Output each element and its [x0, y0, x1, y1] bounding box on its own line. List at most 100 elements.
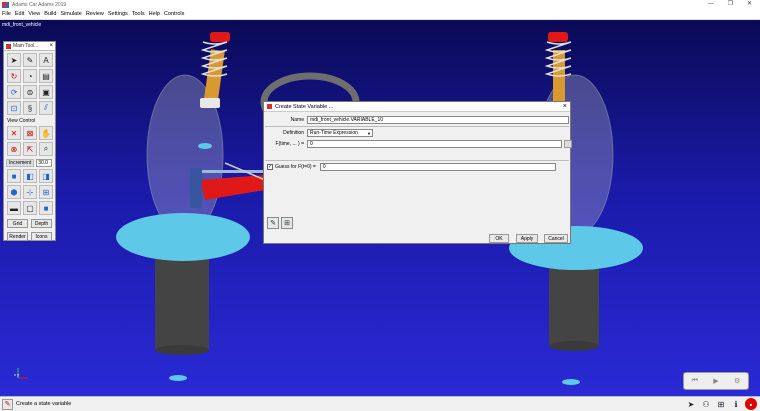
- right-view-icon[interactable]: ◨: [39, 169, 53, 183]
- stop-icon[interactable]: ■: [745, 398, 757, 410]
- definition-select[interactable]: Run-Time Expression ▼: [307, 129, 373, 137]
- guess-input[interactable]: 0: [319, 163, 556, 171]
- minimize-button[interactable]: —: [708, 0, 714, 9]
- menu-tools[interactable]: Tools: [132, 11, 145, 17]
- maximize-button[interactable]: ❐: [728, 0, 733, 9]
- menu-review[interactable]: Review: [86, 11, 104, 17]
- left-pedestal-pad: [116, 213, 250, 261]
- shaded-icon[interactable]: ▢: [23, 201, 37, 215]
- function-row: F(time, ... ) = 0: [267, 140, 572, 148]
- guess-checkbox[interactable]: ✓: [267, 164, 273, 170]
- function-builder-icon[interactable]: [564, 140, 572, 148]
- plot-function-icon[interactable]: ✎: [267, 217, 279, 229]
- knuckle: [190, 168, 202, 208]
- settings-mini-icon[interactable]: ⚙: [734, 377, 740, 385]
- dialog-divider-2: [265, 160, 569, 161]
- rotate-view-icon[interactable]: ⊗: [7, 142, 21, 156]
- depth-button[interactable]: Depth: [31, 219, 52, 228]
- ok-button[interactable]: OK: [489, 234, 509, 243]
- main-toolbox: Main Tool... × ➤ ✎ A ↻ ◔ ▤ ⟳ ⊜ ▣ ⊡ § ⫽ V…: [3, 41, 56, 241]
- menu-simulate[interactable]: Simulate: [60, 11, 81, 17]
- status-right-icons: ➤ ⚇ ⊞ ℹ ■: [685, 398, 757, 410]
- gauge-icon[interactable]: ◔: [23, 69, 37, 83]
- toolbox-app-icon: [6, 43, 11, 49]
- axes-view-icon[interactable]: ⊹: [23, 185, 37, 199]
- chevron-down-icon: ▼: [367, 130, 371, 136]
- info-icon[interactable]: ℹ: [730, 398, 742, 410]
- status-bar: ✎ Create a state variable ➤ ⚇ ⊞ ℹ ■: [0, 396, 760, 411]
- dialog-divider-1: [265, 126, 569, 127]
- left-damper-cap: [210, 32, 230, 42]
- wireframe-icon[interactable]: ▬: [7, 201, 21, 215]
- rotate-icon[interactable]: ↻: [7, 69, 21, 83]
- translate-view-icon[interactable]: ⇱: [23, 142, 37, 156]
- status-message: Create a state variable: [16, 401, 72, 407]
- render-button[interactable]: Render: [7, 232, 28, 241]
- menu-controls[interactable]: Controls: [164, 11, 184, 17]
- definition-selected-value: Run-Time Expression: [310, 130, 358, 136]
- save-icon[interactable]: ▣: [39, 85, 53, 99]
- menu-build[interactable]: Build: [44, 11, 56, 17]
- menu-file[interactable]: File: [2, 11, 11, 17]
- rewind-icon[interactable]: ⏮: [692, 377, 698, 385]
- rectangle-select-icon[interactable]: ⊡: [7, 101, 21, 115]
- toolbox-view-tools: ✕ ⊠ ✋ ⊗ ⇱ ⌕: [4, 124, 55, 158]
- icons-button[interactable]: Icons: [31, 232, 52, 241]
- play-icon[interactable]: ▶: [713, 377, 718, 385]
- hierarchy-icon[interactable]: ⚇: [700, 398, 712, 410]
- menu-help[interactable]: Help: [149, 11, 160, 17]
- right-pedestal-post: [549, 260, 599, 346]
- pan-icon[interactable]: ✋: [39, 126, 53, 140]
- function-input[interactable]: 0: [307, 140, 562, 148]
- menu-settings[interactable]: Settings: [108, 11, 128, 17]
- status-tool-icon[interactable]: ✎: [2, 398, 13, 410]
- spring-icon[interactable]: §: [23, 101, 37, 115]
- cursor-arrow-icon[interactable]: ➤: [685, 398, 697, 410]
- dialog-title: Create State Variable ...: [275, 103, 334, 110]
- guess-label: Guess for F(t=0) =: [275, 164, 316, 170]
- zoom-icon[interactable]: ⌕: [39, 142, 53, 156]
- create-state-variable-dialog: Create State Variable ... × Name mdi_fro…: [263, 101, 572, 244]
- cancel-button[interactable]: Cancel: [544, 234, 568, 243]
- name-row: Name mdi_front_vehicle.VARIABLE_10: [267, 116, 569, 124]
- monitor-icon[interactable]: ⊜: [23, 85, 37, 99]
- definition-label: Definition: [283, 130, 304, 136]
- refresh-icon[interactable]: ⟳: [7, 85, 21, 99]
- app-logo-icon: [2, 1, 9, 8]
- dialog-close-button[interactable]: ×: [563, 103, 567, 110]
- grid-view-icon[interactable]: ⊞: [39, 185, 53, 199]
- solid-fill-icon[interactable]: ■: [39, 201, 53, 215]
- dialog-titlebar[interactable]: Create State Variable ...: [264, 102, 570, 112]
- text-annotation-icon[interactable]: A: [39, 53, 53, 67]
- menu-view[interactable]: View: [28, 11, 40, 17]
- database-icon[interactable]: ▤: [39, 69, 53, 83]
- increment-input[interactable]: 30.0: [36, 158, 53, 167]
- ball-joint: [198, 143, 212, 149]
- top-view-icon[interactable]: ◧: [23, 169, 37, 183]
- front-view-icon[interactable]: ■: [7, 169, 21, 183]
- floor-marker-right: [562, 379, 580, 385]
- network-icon[interactable]: ⊞: [715, 398, 727, 410]
- increment-label: Increment: [6, 158, 35, 167]
- grid-button[interactable]: Grid: [7, 219, 28, 228]
- grid-depth-row: Grid Depth: [4, 217, 55, 230]
- edit-pencil-icon[interactable]: ✎: [23, 53, 37, 67]
- select-arrow-icon[interactable]: ➤: [7, 53, 21, 67]
- close-button[interactable]: ✕: [747, 0, 752, 9]
- menu-edit[interactable]: Edit: [15, 11, 24, 17]
- left-pedestal-post: [155, 252, 209, 350]
- plot-icon[interactable]: ⫽: [39, 101, 53, 115]
- fit-view-icon[interactable]: ✕: [7, 126, 21, 140]
- name-input[interactable]: mdi_front_vehicle.VARIABLE_10: [307, 116, 569, 124]
- increment-row: Increment 30.0: [4, 158, 55, 167]
- toolbox-titlebar[interactable]: Main Tool...: [4, 42, 55, 51]
- toolbox-close-button[interactable]: ×: [49, 43, 53, 49]
- apply-button[interactable]: Apply: [516, 234, 538, 243]
- toolbox-tools-top: ➤ ✎ A ↻ ◔ ▤ ⟳ ⊜ ▣ ⊡ § ⫽: [4, 51, 55, 117]
- window-title: Adams Car Adams 2019: [12, 1, 67, 8]
- iso-view-icon[interactable]: ⬢: [7, 185, 21, 199]
- definition-row: Definition Run-Time Expression ▼: [267, 129, 373, 137]
- zoom-box-icon[interactable]: ⊠: [23, 126, 37, 140]
- verify-function-icon[interactable]: ⊞: [281, 217, 293, 229]
- right-pedestal-base: [549, 341, 599, 351]
